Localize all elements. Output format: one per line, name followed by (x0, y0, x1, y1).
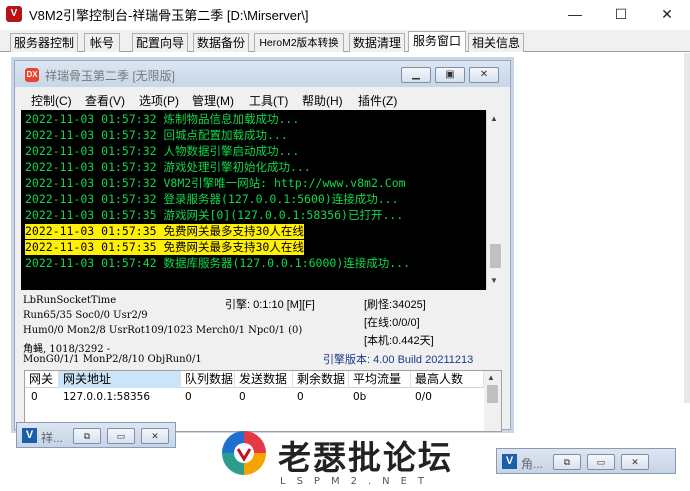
gateway-table-scrollbar[interactable]: ▲ (484, 371, 501, 431)
window-controls: — ☐ ✕ (552, 0, 690, 28)
watermark-subtext: LSPM2.NET (280, 476, 436, 487)
log-line: 2022-11-03 01:57:32 V8M2引擎唯一网站: http://w… (25, 176, 406, 190)
log-line: 2022-11-03 01:57:35 游戏网关[0](127.0.0.1:58… (25, 208, 404, 222)
menu-help[interactable]: 帮助(H) (302, 92, 343, 109)
menu-tools[interactable]: 工具(T) (249, 92, 288, 109)
online-count: [在线:0/0/0] (364, 317, 420, 329)
dx-app-icon: DX (25, 68, 39, 82)
console-scrollbar[interactable]: ▲ ▼ (486, 110, 503, 290)
cell-avg-traffic: 0b (353, 391, 367, 403)
col-max-users[interactable]: 最高人数 (411, 371, 484, 388)
close-button[interactable]: ✕ (644, 0, 690, 28)
child-window-title: 祥瑞骨玉第二季 [无限版] (45, 69, 176, 83)
log-line: 2022-11-03 01:57:32 登录服务器(127.0.0.1:5600… (25, 192, 399, 206)
child-menubar: 控制(C) 查看(V) 选项(P) 管理(M) 工具(T) 帮助(H) 插件(Z… (21, 90, 504, 109)
status-line-runsocket: LbRunSocketTime (23, 295, 117, 306)
app-logo-icon: V (6, 6, 22, 22)
tab-bar: 服务器控制 帐号 配置向导 数据备份 HeroM2版本转换 数据清理 服务窗口 … (0, 30, 690, 53)
v8-app-icon: V (502, 454, 517, 469)
status-line-run: Run65/35 Soc0/0 Usr2/9 (23, 310, 148, 321)
cell-max-users: 0/0 (415, 391, 432, 403)
tab-related-info[interactable]: 相关信息 (468, 33, 524, 52)
v8-app-icon: V (22, 428, 37, 443)
log-line-highlighted: 2022-11-03 01:57:35 免费网关最多支持30人在线 (25, 240, 304, 255)
watermark-text: 老瑟批论坛 (278, 438, 453, 477)
window-title: V8M2引擎控制台-祥瑞骨玉第二季 [D:\Mirserver\] (29, 7, 309, 23)
col-gateway-address[interactable]: 网关地址 (59, 371, 181, 388)
col-gateway[interactable]: 网关 (25, 371, 59, 388)
menu-plugins[interactable]: 插件(Z) (358, 92, 397, 109)
refresh-monster-count: [刷怪:34025] (364, 299, 426, 311)
child-close-button[interactable]: ✕ (469, 67, 499, 83)
tab-herom2-convert[interactable]: HeroM2版本转换 (254, 33, 344, 52)
window-titlebar: V V8M2引擎控制台-祥瑞骨玉第二季 [D:\Mirserver\] — ☐ … (0, 0, 690, 28)
log-line: 2022-11-03 01:57:32 游戏处理引擎初始化成功... (25, 160, 311, 174)
maximize-button[interactable]: ▭ (107, 428, 135, 444)
cell-queue-data: 0 (185, 391, 192, 403)
minimize-button[interactable]: — (552, 0, 598, 28)
cell-remain-data: 0 (297, 391, 304, 403)
close-button[interactable]: ✕ (141, 428, 169, 444)
maximize-button[interactable]: ▭ (587, 454, 615, 470)
restore-button[interactable]: ⧉ (553, 454, 581, 470)
maximize-button[interactable]: ☐ (598, 0, 644, 28)
minimized-window-2[interactable]: V 角... ⧉ ▭ ✕ (496, 448, 676, 474)
gateway-table-header: 网关 网关地址 队列数据 发送数据 剩余数据 平均流量 最高人数 (25, 371, 484, 388)
local-uptime: [本机:0.442天] (364, 335, 434, 347)
status-info-panel: LbRunSocketTime Run65/35 Soc0/0 Usr2/9 H… (21, 293, 504, 366)
log-line: 2022-11-03 01:57:32 回城点配置加载成功... (25, 128, 288, 142)
gateway-scroll-thumb[interactable] (487, 385, 498, 403)
log-line-highlighted: 2022-11-03 01:57:35 免费网关最多支持30人在线 (25, 224, 304, 239)
cell-gateway-address: 127.0.0.1:58356 (63, 391, 151, 403)
status-line-monster: 角蝇, 1018/3292 - (23, 344, 111, 355)
minimized-window-1[interactable]: V 祥... ⧉ ▭ ✕ (16, 422, 176, 448)
log-line: 2022-11-03 01:57:32 炼制物品信息加载成功... (25, 112, 300, 126)
col-send-data[interactable]: 发送数据 (235, 371, 293, 388)
client-scrollbar[interactable] (684, 53, 690, 403)
close-button[interactable]: ✕ (621, 454, 649, 470)
server-child-window: DX 祥瑞骨玉第二季 [无限版] ▁ ▣ ✕ 控制(C) 查看(V) 选项(P)… (14, 60, 511, 432)
scroll-up-icon[interactable]: ▲ (490, 114, 498, 123)
tab-data-clean[interactable]: 数据清理 (349, 33, 405, 52)
menu-options[interactable]: 选项(P) (139, 92, 179, 109)
forum-watermark: 老瑟批论坛 LSPM2.NET (218, 425, 488, 491)
engine-runtime: 引擎: 0:1:10 [M][F] (225, 299, 315, 311)
cell-send-data: 0 (239, 391, 246, 403)
tab-service-window[interactable]: 服务窗口 (408, 31, 466, 53)
child-restore-button[interactable]: ▣ (435, 67, 465, 83)
tab-server-control[interactable]: 服务器控制 (10, 33, 78, 52)
col-avg-traffic[interactable]: 平均流量 (349, 371, 411, 388)
menu-view[interactable]: 查看(V) (85, 92, 125, 109)
engine-version: 引擎版本: 4.00 Build 20211213 (323, 354, 474, 366)
minimized-window-title: 角... (521, 457, 544, 471)
restore-button[interactable]: ⧉ (73, 428, 101, 444)
status-line-hum: Hum0/0 Mon2/8 UsrRot109/1023 Merch0/1 Np… (23, 325, 303, 336)
cell-gateway: 0 (31, 391, 38, 403)
child-window-titlebar: DX 祥瑞骨玉第二季 [无限版] ▁ ▣ ✕ (15, 61, 510, 87)
tab-config-wizard[interactable]: 配置向导 (132, 33, 188, 52)
tab-account[interactable]: 帐号 (84, 33, 120, 52)
scroll-up-icon[interactable]: ▲ (487, 373, 495, 382)
child-minimize-button[interactable]: ▁ (401, 67, 431, 83)
tab-data-backup[interactable]: 数据备份 (193, 33, 249, 52)
status-line-mong: MonG0/1/1 MonP2/8/10 ObjRun0/1 (23, 354, 202, 365)
col-remain-data[interactable]: 剩余数据 (293, 371, 349, 388)
scroll-down-icon[interactable]: ▼ (490, 276, 498, 285)
console-scroll-thumb[interactable] (490, 244, 501, 268)
minimized-window-title: 祥... (41, 431, 64, 445)
log-line: 2022-11-03 01:57:42 数据库服务器(127.0.0.1:600… (25, 256, 411, 270)
menu-control[interactable]: 控制(C) (31, 92, 72, 109)
col-queue-data[interactable]: 队列数据 (181, 371, 235, 388)
watermark-logo-icon (222, 431, 266, 475)
log-line: 2022-11-03 01:57:32 人物数据引擎启动成功... (25, 144, 300, 158)
log-console[interactable]: 2022-11-03 01:57:32 炼制物品信息加载成功... 2022-1… (21, 110, 486, 290)
menu-manage[interactable]: 管理(M) (192, 92, 234, 109)
